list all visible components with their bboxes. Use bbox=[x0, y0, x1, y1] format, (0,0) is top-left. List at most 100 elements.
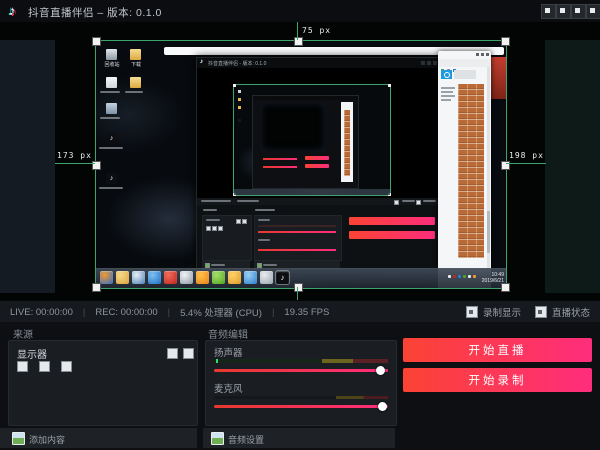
add-content-icon bbox=[12, 432, 25, 445]
speaker-volume-knob[interactable] bbox=[376, 366, 385, 375]
nested-square-button bbox=[218, 226, 223, 231]
browser-toolbar bbox=[438, 59, 491, 67]
text-line-blur bbox=[441, 99, 451, 101]
source-lock-button[interactable] bbox=[183, 348, 194, 359]
nested-source-selection bbox=[233, 84, 391, 196]
nested-window-control bbox=[427, 61, 431, 65]
source-visibility-button[interactable] bbox=[167, 348, 178, 359]
measure-line-right bbox=[506, 163, 546, 164]
document-icon bbox=[106, 77, 117, 88]
audio-settings-row[interactable]: 音频设置 bbox=[203, 428, 395, 448]
taskbar-icon-media-player bbox=[132, 271, 145, 284]
nested-vu-meter bbox=[258, 225, 336, 227]
record-view-toggle[interactable]: 录制显示 bbox=[466, 305, 521, 319]
douyin-note-icon: ♪ bbox=[9, 3, 16, 19]
text-line-blur bbox=[441, 91, 453, 93]
speaker-label: 扬声器 bbox=[214, 345, 243, 359]
tray-icon bbox=[448, 275, 451, 278]
resize-handle-bottom-left[interactable] bbox=[92, 283, 101, 292]
measure-line-left bbox=[55, 163, 95, 164]
bottom-panels: 来源 显示器 添加内容 音频编辑 扬声器 麦克风 bbox=[0, 322, 600, 450]
source-tool-button-3[interactable] bbox=[61, 361, 72, 372]
mini-slider bbox=[263, 166, 297, 168]
nested-text-blur bbox=[258, 219, 270, 221]
sources-header: 来源 bbox=[13, 326, 33, 341]
icon-label-blur bbox=[99, 187, 123, 189]
speaker-volume-slider[interactable] bbox=[214, 369, 388, 372]
source-item-display[interactable]: 显示器 bbox=[17, 346, 47, 361]
resize-handle-top-center[interactable] bbox=[294, 37, 303, 46]
downloads-folder-icon bbox=[130, 49, 141, 60]
rec-timer: REC: 00:00:00 bbox=[95, 307, 157, 318]
speaker-vu-meter bbox=[214, 359, 388, 363]
tray-icon bbox=[453, 275, 456, 278]
resize-handle-bottom-center[interactable] bbox=[294, 283, 303, 292]
nested-text-blur bbox=[263, 264, 277, 266]
taskbar-icon-ie-browser bbox=[148, 271, 161, 284]
window-control-4-button[interactable] bbox=[586, 4, 600, 19]
cpu-usage: 5.4% 处理器 (CPU) bbox=[180, 305, 262, 319]
mini-slider bbox=[263, 158, 297, 160]
preview-canvas[interactable]: 75 px 173 px 198 px 回收站 下载 ♪ bbox=[0, 22, 600, 300]
nested-square-button bbox=[206, 226, 211, 231]
source-tool-button-1[interactable] bbox=[17, 361, 28, 372]
title-bar[interactable]: ♪ 抖音直播伴侣 – 版本: 0.1.0 bbox=[0, 0, 600, 23]
measure-label-right: 198 px bbox=[509, 151, 544, 160]
captured-desktop: 回收站 下载 ♪ ♪ bbox=[96, 41, 506, 288]
mini-white-window bbox=[341, 102, 353, 182]
window-control-2-button[interactable] bbox=[556, 4, 571, 19]
mini-start-record-button bbox=[305, 164, 329, 168]
mini-desktop-icon bbox=[238, 90, 241, 93]
source-tool-button-2[interactable] bbox=[39, 361, 50, 372]
nested-level2-titlebar bbox=[253, 96, 358, 100]
window-control-1-button[interactable] bbox=[541, 4, 556, 19]
taskbar-icon-douyin: ♪ bbox=[276, 271, 289, 284]
start-record-button[interactable]: 开始录制 bbox=[403, 368, 592, 392]
source-selection[interactable]: 回收站 下载 ♪ ♪ bbox=[95, 40, 507, 289]
nested-start-live-button bbox=[349, 217, 435, 225]
nested-square-button bbox=[242, 219, 247, 224]
nested-slider bbox=[258, 231, 336, 233]
audio-settings-icon bbox=[211, 432, 224, 445]
audio-edit-header: 音频编辑 bbox=[208, 326, 248, 341]
tray-icon bbox=[463, 275, 466, 278]
resize-handle-top-right[interactable] bbox=[501, 37, 510, 46]
resize-handle-bottom-right[interactable] bbox=[501, 283, 510, 292]
nested-window-control bbox=[421, 61, 425, 65]
mic-volume-slider[interactable] bbox=[214, 405, 388, 408]
search-button bbox=[441, 70, 452, 79]
nested-header-blur bbox=[255, 209, 275, 211]
measure-line-bottom bbox=[297, 287, 298, 300]
taskbar-icon-photo-viewer bbox=[180, 271, 193, 284]
mini-brick-image bbox=[344, 110, 350, 176]
tray-icon bbox=[473, 275, 476, 278]
status-toggles: 录制显示 直播状态 bbox=[466, 301, 590, 323]
resize-handle-top-left[interactable] bbox=[92, 37, 101, 46]
icon-label-blur bbox=[100, 91, 120, 93]
magnifier-icon bbox=[444, 72, 450, 78]
mini-start-live-button bbox=[305, 156, 329, 160]
folder-icon bbox=[130, 77, 141, 88]
sources-list: 显示器 bbox=[8, 340, 198, 426]
recycle-bin-icon bbox=[106, 49, 117, 60]
taskbar-icon-wallet-app bbox=[228, 271, 241, 284]
mic-volume-knob[interactable] bbox=[378, 402, 387, 411]
nested-text-blur bbox=[206, 219, 220, 221]
nested-square-button bbox=[212, 226, 217, 231]
browser-tab bbox=[454, 70, 476, 79]
window-control-3-button[interactable] bbox=[571, 4, 586, 19]
add-content-row[interactable]: 添加内容 bbox=[0, 428, 197, 448]
record-view-label: 录制显示 bbox=[483, 305, 521, 319]
nested-app-window: ♪ 抖音直播伴侣 - 版本: 0.1.0 bbox=[196, 57, 440, 273]
captured-taskbar-icons: ♪ bbox=[100, 271, 289, 284]
live-status-toggle[interactable]: 直播状态 bbox=[535, 305, 590, 319]
nested-level2-window bbox=[252, 95, 359, 189]
measure-label-left: 173 px bbox=[57, 151, 92, 160]
tray-icon bbox=[468, 275, 471, 278]
separator: | bbox=[168, 307, 170, 318]
captured-browser-window bbox=[438, 51, 491, 288]
separator: | bbox=[272, 307, 274, 318]
maximize-glyph bbox=[481, 53, 484, 56]
start-live-button[interactable]: 开始直播 bbox=[403, 338, 592, 362]
add-content-label: 添加内容 bbox=[29, 433, 65, 446]
